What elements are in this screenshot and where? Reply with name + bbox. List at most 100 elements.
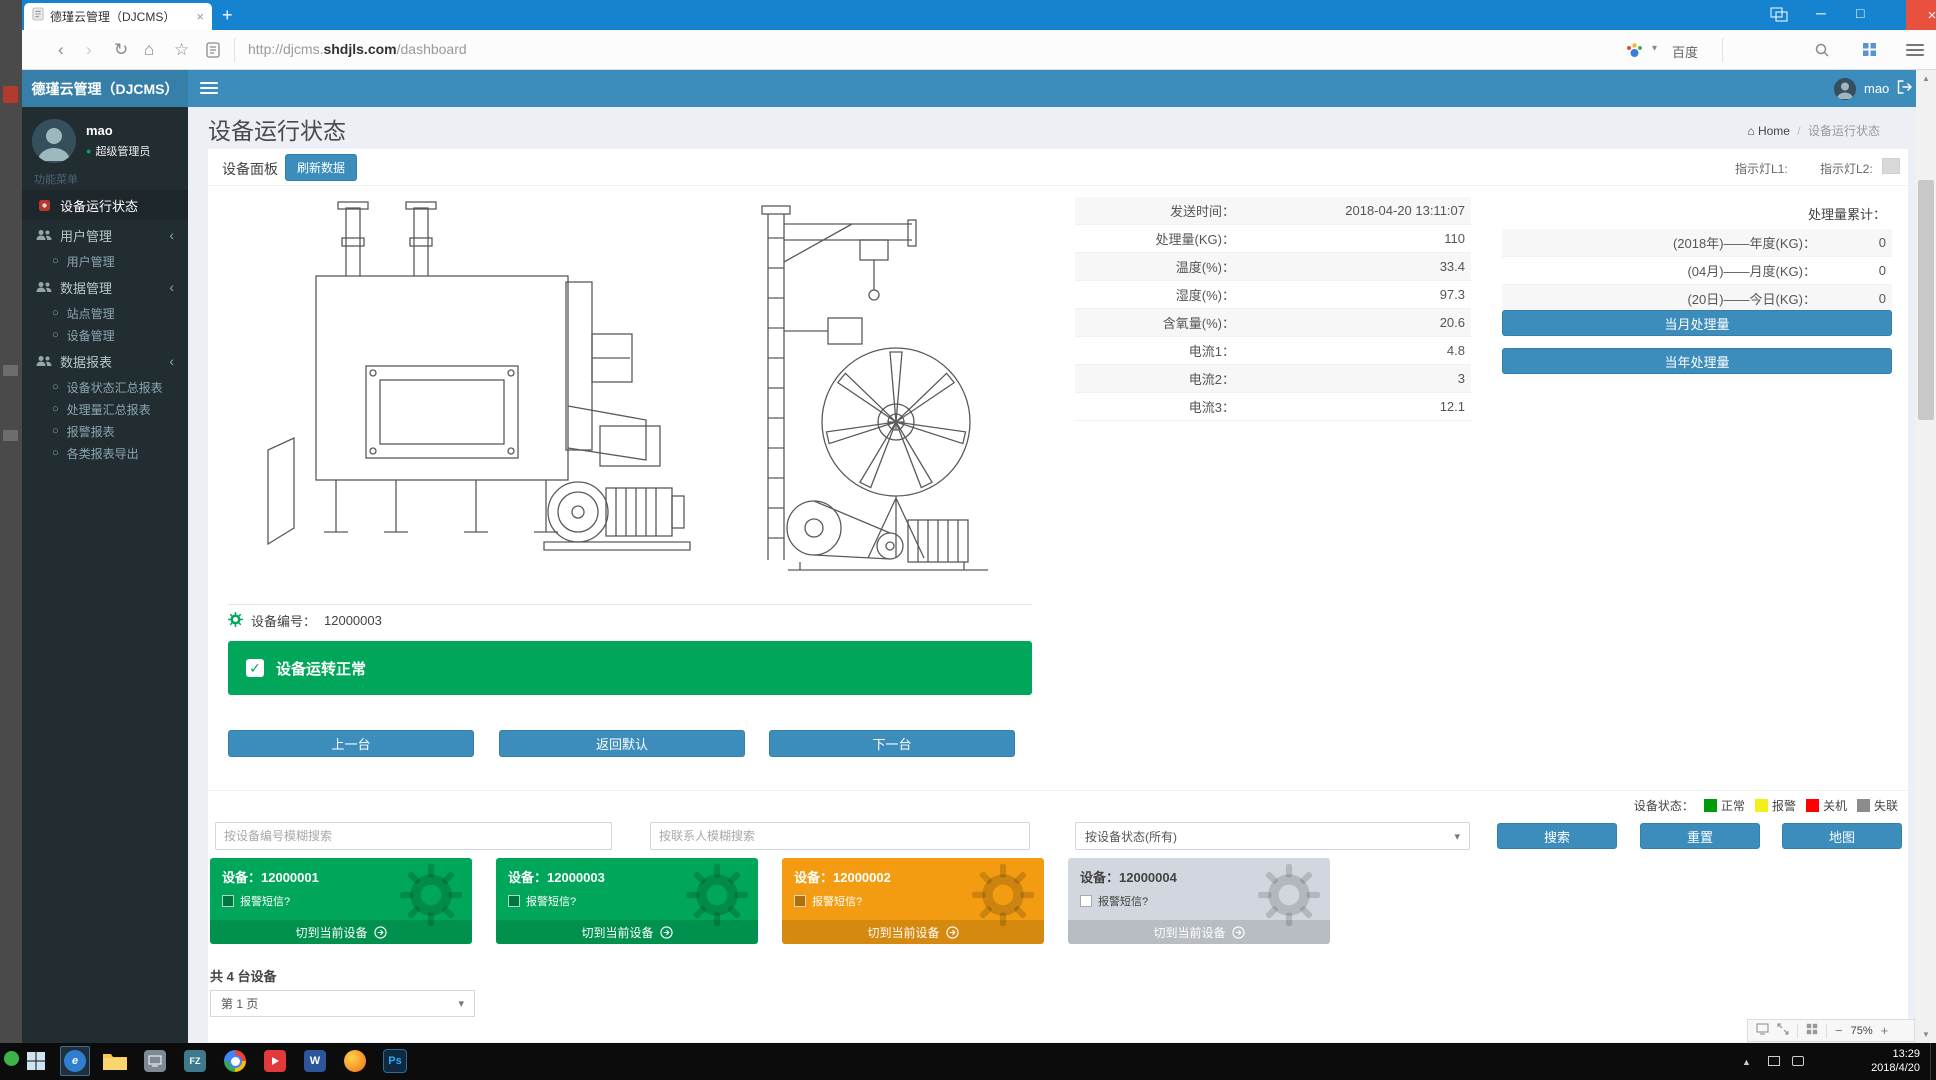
sidebar-subitem-user-mgmt[interactable]: ○ 用户管理 bbox=[22, 250, 188, 272]
next-device-button[interactable]: 下一台 bbox=[769, 730, 1015, 757]
chevron-down-icon[interactable]: ▾ bbox=[1652, 43, 1657, 54]
multi-window-icon[interactable] bbox=[1770, 7, 1788, 27]
forward-icon[interactable]: › bbox=[86, 40, 92, 60]
taskbar-ftp-icon[interactable]: FZ bbox=[180, 1046, 210, 1076]
scroll-up-icon[interactable]: ▲ bbox=[1916, 74, 1936, 83]
device-cards: 设备：12000001 报警短信? 切到当前设备 设备：12000003 报警短… bbox=[210, 858, 1330, 944]
taskbar-media-icon[interactable] bbox=[260, 1046, 290, 1076]
sidebar-item-device-status[interactable]: 设备运行状态 bbox=[22, 190, 188, 220]
checkbox[interactable] bbox=[508, 895, 520, 907]
map-button[interactable]: 地图 bbox=[1782, 823, 1902, 849]
clock-time: 13:29 bbox=[1836, 1047, 1920, 1061]
refresh-data-button[interactable]: 刷新数据 bbox=[285, 154, 357, 181]
tray-network-icon[interactable] bbox=[1768, 1056, 1780, 1066]
device-search-input[interactable] bbox=[215, 822, 612, 850]
search-icon[interactable] bbox=[1814, 42, 1830, 63]
start-button[interactable] bbox=[26, 1051, 46, 1076]
scroll-down-icon[interactable]: ▼ bbox=[1916, 1030, 1936, 1039]
device-id-row: 设备编号： 12000003 bbox=[228, 611, 382, 630]
reset-default-button[interactable]: 返回默认 bbox=[499, 730, 745, 757]
navbar-user[interactable]: mao bbox=[1834, 70, 1912, 107]
tab-device-panel[interactable]: 设备面板 bbox=[222, 159, 278, 179]
zoom-out-icon[interactable]: − bbox=[1835, 1023, 1843, 1038]
tray-chevron-icon[interactable]: ▲ bbox=[1742, 1057, 1751, 1067]
panel-tab-row: 设备面板 刷新数据 指示灯L1: 指示灯L2: bbox=[208, 149, 1908, 186]
close-button[interactable]: × bbox=[1906, 0, 1936, 30]
telemetry-label: 电流3： bbox=[1081, 397, 1235, 416]
taskbar-apps: e FZ W Ps bbox=[60, 1046, 410, 1076]
sidebar-subitem-device-mgmt[interactable]: ○ 设备管理 bbox=[22, 324, 188, 346]
checkbox[interactable] bbox=[1080, 895, 1092, 907]
sidebar-item-user-mgmt[interactable]: 用户管理 ‹ bbox=[22, 220, 188, 250]
taskbar-clock[interactable]: 13:29 2018/4/20 bbox=[1836, 1047, 1920, 1075]
tray-volume-icon[interactable] bbox=[1792, 1056, 1804, 1066]
reading-mode-icon[interactable] bbox=[206, 42, 220, 63]
logout-icon[interactable] bbox=[1897, 80, 1912, 97]
zoom-in-icon[interactable]: + bbox=[1881, 1023, 1889, 1038]
paw-extension-icon[interactable] bbox=[1626, 42, 1643, 63]
sidebar-toggle-icon[interactable] bbox=[200, 82, 218, 94]
device-card[interactable]: 设备：12000002 报警短信? 切到当前设备 bbox=[782, 858, 1044, 944]
taskbar-doc-icon[interactable]: W bbox=[300, 1046, 330, 1076]
taskbar-tool-icon[interactable] bbox=[140, 1046, 170, 1076]
taskbar-folder-icon[interactable] bbox=[100, 1046, 130, 1076]
search-engine-label[interactable]: 百度 bbox=[1672, 42, 1698, 61]
home-icon: ⌂ bbox=[1747, 124, 1754, 138]
apps-grid-icon[interactable] bbox=[1862, 42, 1877, 62]
tray-app-icon[interactable] bbox=[4, 1051, 19, 1066]
card-footer-link[interactable]: 切到当前设备 bbox=[496, 920, 758, 944]
tab-close-icon[interactable]: × bbox=[196, 9, 204, 24]
prev-device-button[interactable]: 上一台 bbox=[228, 730, 474, 757]
url-field[interactable]: http://djcms.shdjls.com/dashboard bbox=[248, 41, 467, 57]
minimize-button[interactable]: ─ bbox=[1816, 5, 1826, 21]
sidebar-subitem-volume-report[interactable]: ○ 处理量汇总报表 bbox=[22, 398, 188, 420]
maximize-button[interactable]: □ bbox=[1856, 5, 1864, 21]
new-tab-button[interactable]: + bbox=[222, 3, 233, 27]
checkbox[interactable] bbox=[222, 895, 234, 907]
device-card[interactable]: 设备：12000003 报警短信? 切到当前设备 bbox=[496, 858, 758, 944]
reset-button[interactable]: 重置 bbox=[1640, 823, 1760, 849]
bookmark-star-icon[interactable]: ☆ bbox=[174, 40, 189, 60]
legend-item-alarm: 报警 bbox=[1755, 797, 1796, 814]
status-filter-select[interactable]: 按设备状态(所有) ▾ bbox=[1075, 822, 1470, 850]
taskbar-firefox-icon[interactable] bbox=[340, 1046, 370, 1076]
browser-tab[interactable]: 德瑾云管理（DJCMS） × bbox=[24, 3, 212, 30]
month-volume-button[interactable]: 当月处理量 bbox=[1502, 310, 1892, 336]
back-icon[interactable]: ‹ bbox=[58, 40, 64, 60]
card-footer-link[interactable]: 切到当前设备 bbox=[1068, 920, 1330, 944]
search-button[interactable]: 搜索 bbox=[1497, 823, 1617, 849]
card-footer-link[interactable]: 切到当前设备 bbox=[782, 920, 1044, 944]
sidebar-item-reports[interactable]: 数据报表 ‹ bbox=[22, 346, 188, 376]
refresh-icon[interactable]: ↻ bbox=[114, 40, 128, 60]
year-volume-button[interactable]: 当年处理量 bbox=[1502, 348, 1892, 374]
totals-value: 0 bbox=[1816, 291, 1886, 306]
contact-search-input[interactable] bbox=[650, 822, 1030, 850]
card-id-value: 12000004 bbox=[1119, 870, 1177, 885]
sidebar-subitem-export[interactable]: ○ 各类报表导出 bbox=[22, 442, 188, 464]
device-card[interactable]: 设备：12000001 报警短信? 切到当前设备 bbox=[210, 858, 472, 944]
screenshot-icon[interactable] bbox=[1756, 1023, 1769, 1038]
breadcrumb-home[interactable]: Home bbox=[1758, 124, 1790, 138]
taskbar-chrome-icon[interactable] bbox=[220, 1046, 250, 1076]
device-card[interactable]: 设备：12000004 报警短信? 切到当前设备 bbox=[1068, 858, 1330, 944]
scrollbar[interactable]: ▲ ▼ bbox=[1916, 70, 1936, 1043]
show-desktop-button[interactable] bbox=[1930, 1043, 1936, 1080]
sidebar-item-data-mgmt[interactable]: 数据管理 ‹ bbox=[22, 272, 188, 302]
sidebar-item-label: 处理量汇总报表 bbox=[67, 401, 151, 418]
sidebar-subitem-status-report[interactable]: ○ 设备状态汇总报表 bbox=[22, 376, 188, 398]
checkbox[interactable] bbox=[794, 895, 806, 907]
taskbar-browser-icon[interactable]: e bbox=[60, 1046, 90, 1076]
indicator-l2-box[interactable] bbox=[1882, 158, 1900, 174]
taskbar-photoshop-icon[interactable]: Ps bbox=[380, 1046, 410, 1076]
page-select[interactable]: 第 1 页 ▾ bbox=[210, 990, 475, 1017]
zoom-level[interactable]: 75% bbox=[1851, 1025, 1873, 1037]
scrollbar-thumb[interactable] bbox=[1918, 180, 1934, 420]
menu-icon[interactable] bbox=[1906, 44, 1924, 56]
sidebar-subitem-site-mgmt[interactable]: ○ 站点管理 bbox=[22, 302, 188, 324]
grid-icon[interactable] bbox=[1806, 1023, 1818, 1038]
app-logo[interactable]: 德瑾云管理（DJCMS） bbox=[22, 70, 188, 107]
fullscreen-icon[interactable] bbox=[1777, 1023, 1789, 1038]
sidebar-subitem-alarm-report[interactable]: ○ 报警报表 bbox=[22, 420, 188, 442]
card-footer-link[interactable]: 切到当前设备 bbox=[210, 920, 472, 944]
home-icon[interactable]: ⌂ bbox=[144, 40, 154, 60]
